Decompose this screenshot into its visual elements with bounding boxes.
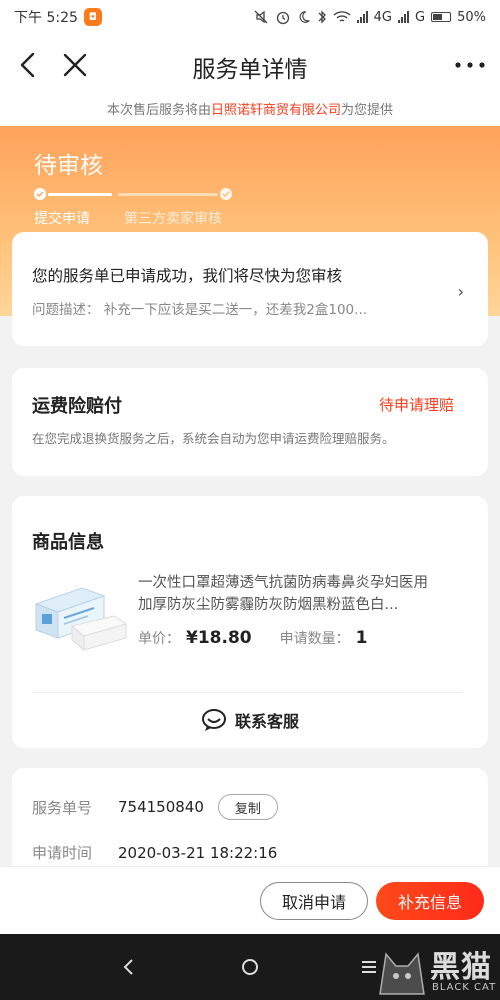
moon-icon bbox=[299, 11, 310, 23]
provider-prefix: 本次售后服务将由 bbox=[106, 103, 211, 118]
quantity-value: 1 bbox=[355, 628, 368, 648]
contact-service-label: 联系客服 bbox=[234, 712, 299, 731]
provider-suffix: 为您提供 bbox=[341, 103, 394, 118]
more-button[interactable] bbox=[452, 48, 488, 82]
product-name[interactable]: 一次性口罩超薄透气抗菌防病毒鼻炎孕妇医用加厚防灰尘防雾霾防灰防烟黑粉蓝色白... bbox=[138, 572, 438, 616]
status-time: 下午 5:25 bbox=[14, 10, 78, 26]
insurance-title: 运费险赔付 bbox=[32, 396, 122, 417]
app-notification-icon: ◘ bbox=[83, 8, 102, 26]
order-number-label: 服务单号 bbox=[32, 798, 93, 817]
step-line-done bbox=[48, 193, 112, 196]
more-icon bbox=[455, 62, 485, 68]
step-label-review: 第三方卖家审核 bbox=[124, 211, 222, 227]
watermark-en-text: BLACK CAT bbox=[432, 982, 497, 993]
product-image[interactable] bbox=[32, 570, 128, 654]
chevron-right-icon: › bbox=[457, 282, 464, 301]
freight-insurance-card: 运费险赔付 待申请理赔 在您完成退换货服务之后，系统会自动为您申请运费险理赔服务… bbox=[12, 368, 488, 476]
problem-description: 问题描述： 补充一下应该是买二送一，还差我2盒100... bbox=[32, 302, 368, 318]
apply-time-value: 2020-03-21 18:22:16 bbox=[118, 843, 278, 862]
apply-status-card[interactable]: 您的服务单已申请成功，我们将尽快为您审核 问题描述： 补充一下应该是买二送一，还… bbox=[12, 232, 488, 346]
step-label-submitted: 提交申请 bbox=[34, 211, 90, 227]
apply-time-label: 申请时间 bbox=[32, 844, 93, 862]
provider-notice: 本次售后服务将由日照诺轩商贸有限公司为您提供 bbox=[0, 96, 500, 126]
contact-service-button[interactable]: 联系客服 bbox=[12, 708, 488, 732]
signal-icon bbox=[356, 11, 368, 23]
nav-bar: 服务单详情 bbox=[0, 34, 500, 96]
apply-time-row: 申请时间 2020-03-21 18:22:16 bbox=[32, 842, 277, 863]
divider bbox=[32, 692, 462, 693]
system-home-button[interactable] bbox=[235, 952, 265, 982]
cancel-application-button[interactable]: 取消申请 bbox=[260, 882, 368, 920]
order-number-value: 754150840 bbox=[118, 798, 204, 816]
network-type: 4G bbox=[373, 9, 393, 25]
wifi-icon bbox=[333, 11, 351, 22]
watermark-cn-text: 黑猫 bbox=[430, 950, 492, 985]
carrier-g: G bbox=[415, 9, 426, 25]
blackcat-logo-icon bbox=[379, 952, 425, 995]
customer-service-icon bbox=[201, 709, 226, 731]
system-home-icon bbox=[242, 959, 258, 975]
progress-steps: 提交申请 第三方卖家审核 bbox=[34, 188, 274, 228]
signal-icon-2 bbox=[398, 11, 410, 23]
system-back-button[interactable] bbox=[114, 952, 144, 982]
back-arrow-icon bbox=[20, 52, 35, 78]
provider-shop-link[interactable]: 日照诺轩商贸有限公司 bbox=[211, 103, 341, 118]
step-line-pending bbox=[118, 193, 218, 196]
step-pending-icon bbox=[220, 188, 232, 200]
status-bar: 下午 5:25 ◘ 4G G 50% bbox=[0, 0, 500, 34]
status-title: 待审核 bbox=[34, 153, 103, 179]
bottom-action-bar: 取消申请 补充信息 bbox=[0, 866, 500, 934]
bluetooth-icon bbox=[318, 10, 326, 24]
step-done-icon bbox=[34, 188, 46, 200]
goods-section-title: 商品信息 bbox=[32, 532, 104, 553]
insurance-status-link[interactable]: 待申请理赔 bbox=[379, 394, 454, 415]
supplement-info-button[interactable]: 补充信息 bbox=[376, 882, 484, 920]
insurance-description: 在您完成退换货服务之后，系统会自动为您申请运费险理赔服务。 bbox=[32, 431, 395, 446]
back-button[interactable] bbox=[12, 48, 46, 82]
unit-price: ¥18.80 bbox=[186, 628, 252, 648]
blackcat-watermark: 黑猫 BLACK CAT bbox=[372, 940, 500, 1000]
order-number-row: 服务单号 754150840 复制 bbox=[32, 794, 278, 820]
battery-level: 50% bbox=[457, 9, 486, 25]
quantity-label: 申请数量： bbox=[279, 631, 350, 647]
price-label: 单价： bbox=[138, 631, 180, 647]
close-button[interactable] bbox=[58, 48, 92, 82]
battery-icon bbox=[431, 12, 452, 22]
price-row: 单价： ¥18.80 申请数量： 1 bbox=[138, 628, 367, 648]
alarm-icon bbox=[276, 11, 289, 25]
close-icon bbox=[63, 53, 87, 77]
copy-button[interactable]: 复制 bbox=[217, 794, 278, 820]
system-back-icon bbox=[123, 959, 133, 975]
mute-icon bbox=[254, 10, 268, 24]
goods-info-card: 商品信息 一次性口罩超薄透气抗菌防病毒鼻炎孕妇医用加厚防灰尘防雾霾防灰防烟黑粉蓝… bbox=[12, 496, 488, 748]
apply-message: 您的服务单已申请成功，我们将尽快为您审核 bbox=[32, 267, 343, 285]
